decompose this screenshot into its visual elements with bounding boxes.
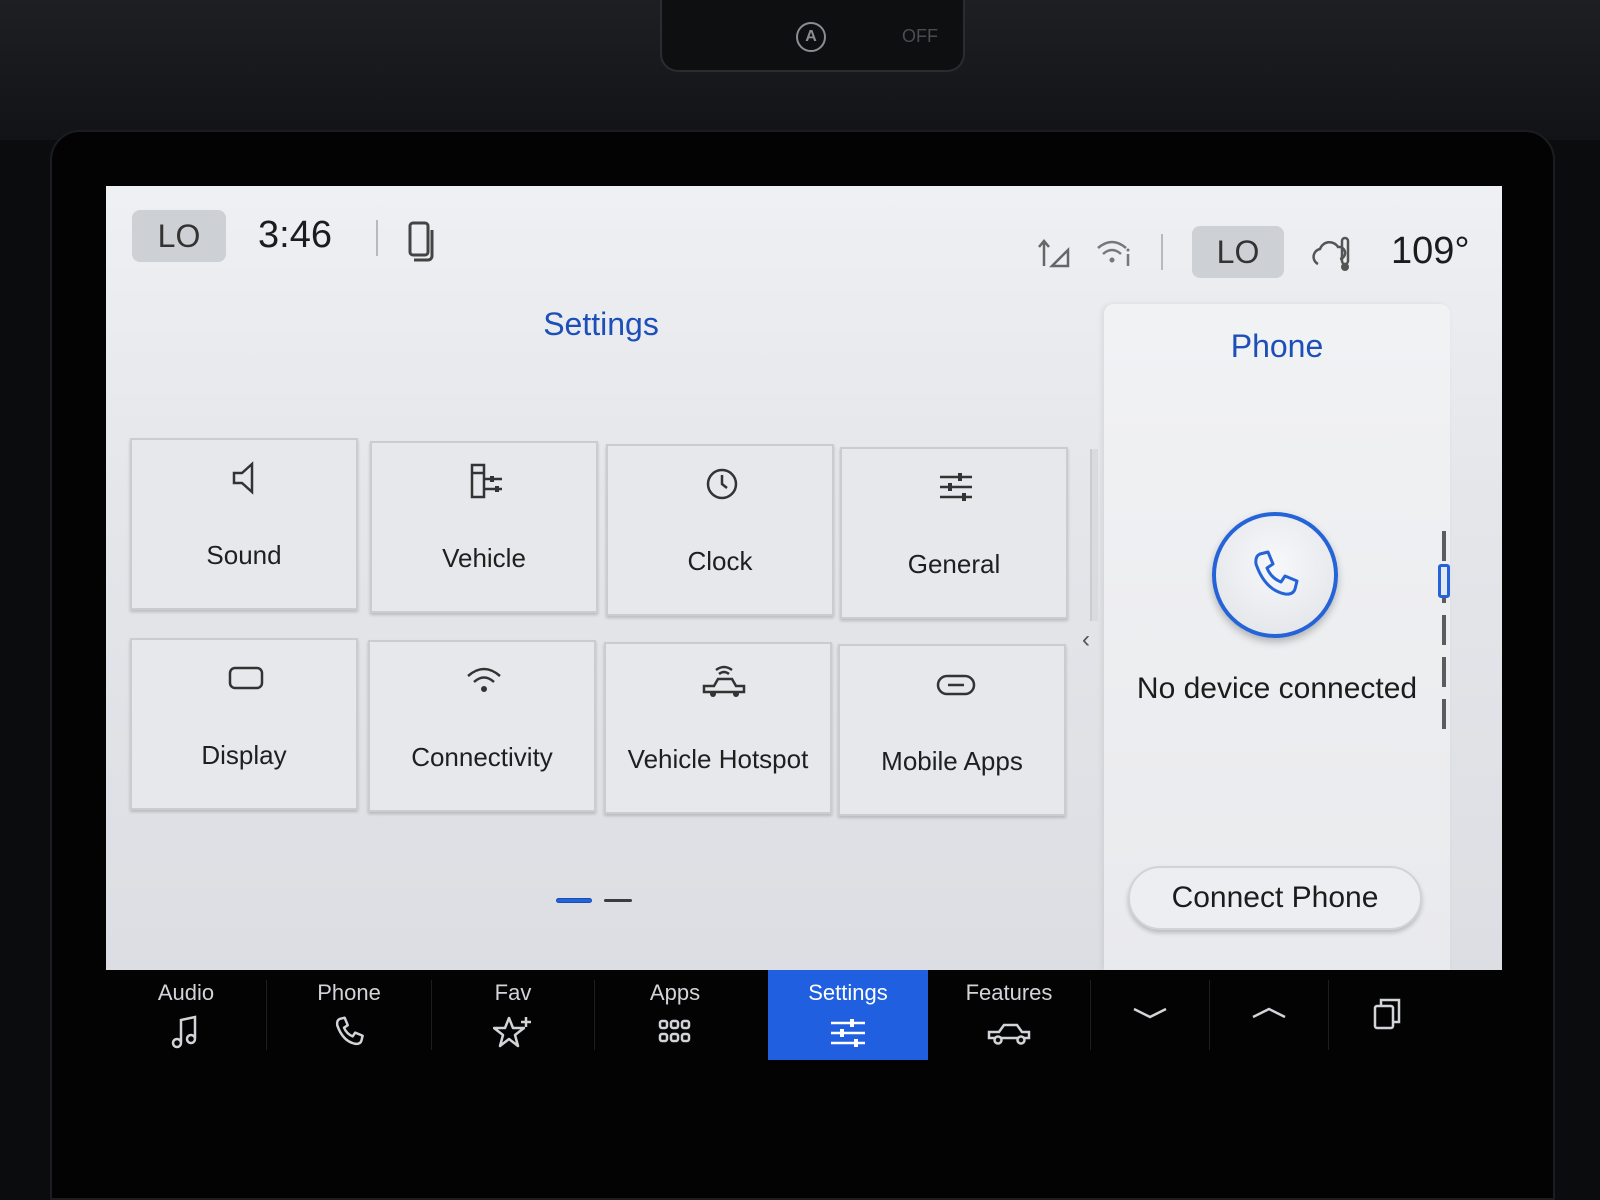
tile-clock[interactable]: Clock: [606, 444, 834, 616]
chevron-up-icon: [1252, 1007, 1286, 1019]
off-label: OFF: [902, 26, 938, 46]
vehicle-settings-icon: [470, 463, 502, 499]
tile-label: General: [907, 549, 1001, 579]
tile-label: Mobile Apps: [881, 746, 1023, 776]
sliders-icon: [831, 1019, 865, 1047]
nav-collapse-button[interactable]: [1091, 970, 1209, 1060]
phone-projection-icon[interactable]: [406, 220, 440, 264]
nav-settings[interactable]: Settings: [768, 970, 928, 1060]
phone-icon: [1254, 550, 1299, 596]
scrollbar-thumb[interactable]: [1438, 564, 1450, 598]
infotainment-screen: LO 3:46 LO 109° Settings Sound Vehicle C…: [106, 186, 1502, 970]
data-arrows-icon: [1038, 239, 1070, 268]
weather-thermometer-icon: [1312, 236, 1350, 271]
tile-label: Sound: [206, 540, 282, 570]
bottom-navigation: Audio Phone Fav Apps Settings Features: [106, 970, 1502, 1060]
tile-label: Display: [201, 740, 287, 770]
tile-label: Vehicle: [442, 543, 526, 573]
tile-mobile-apps[interactable]: Mobile Apps: [838, 644, 1066, 816]
tile-display[interactable]: Display: [130, 638, 358, 810]
nav-label: Audio: [157, 980, 215, 1005]
copy-icon: [1373, 998, 1401, 1030]
outside-temperature: 109°: [1391, 230, 1470, 272]
wifi-info-icon: [1097, 240, 1130, 266]
status-divider: [1161, 234, 1163, 270]
page-indicator-active[interactable]: [556, 898, 592, 903]
scrollbar[interactable]: [1442, 531, 1446, 731]
nav-label: Fav: [494, 980, 532, 1005]
connection-status: No device connected: [1136, 672, 1418, 705]
nav-fav[interactable]: Fav: [432, 970, 594, 1060]
page-indicator[interactable]: [604, 899, 632, 902]
chevron-down-icon: [1133, 1007, 1167, 1019]
nav-apps[interactable]: Apps: [595, 970, 755, 1060]
nav-label: Apps: [649, 980, 701, 1005]
status-bar: LO 3:46 LO 109°: [106, 186, 1502, 296]
star-plus-icon: [493, 1016, 531, 1048]
clock-time: 3:46: [258, 214, 332, 256]
clock-icon: [706, 468, 738, 500]
page-title: Settings: [543, 306, 659, 342]
sliders-icon: [940, 473, 972, 501]
nav-phone[interactable]: Phone: [267, 970, 431, 1060]
tile-sound[interactable]: Sound: [130, 438, 358, 610]
hotspot-icon: [702, 665, 746, 697]
link-icon: [936, 674, 976, 696]
display-icon: [228, 666, 264, 690]
nav-label: Phone: [317, 980, 381, 1005]
nav-switch-view-button[interactable]: [1329, 970, 1449, 1060]
phone-panel: Phone No device connected Connect Phone: [1104, 304, 1450, 970]
nav-features[interactable]: Features: [928, 970, 1090, 1060]
nav-label: Features: [965, 980, 1053, 1005]
connect-phone-button[interactable]: Connect Phone: [1128, 866, 1422, 930]
nav-audio[interactable]: Audio: [106, 970, 266, 1060]
car-icon: [987, 1023, 1031, 1045]
next-page-tile-edge: [1090, 449, 1098, 621]
right-climate-button[interactable]: LO: [1192, 226, 1284, 278]
nav-expand-button[interactable]: [1210, 970, 1328, 1060]
nav-label: Settings: [808, 980, 888, 1005]
tile-label: Connectivity: [411, 742, 553, 772]
phone-call-button[interactable]: [1212, 512, 1338, 638]
phone-panel-title: Phone: [1230, 328, 1324, 364]
tile-vehicle[interactable]: Vehicle: [370, 441, 598, 613]
tile-vehicle-hotspot[interactable]: Vehicle Hotspot: [604, 642, 832, 814]
music-note-icon: [171, 1015, 197, 1049]
tile-label: Clock: [687, 546, 753, 576]
tile-label: Vehicle Hotspot: [627, 744, 809, 774]
left-climate-button[interactable]: LO: [132, 210, 226, 262]
speaker-icon: [232, 461, 254, 495]
apps-grid-icon: [658, 1019, 691, 1043]
wifi-icon: [467, 667, 501, 692]
tile-general[interactable]: General: [840, 447, 1068, 619]
auto-hold-icon: A: [796, 22, 826, 52]
tile-connectivity[interactable]: Connectivity: [368, 640, 596, 812]
status-divider: [376, 220, 378, 256]
phone-icon: [335, 1016, 364, 1046]
panel-collapse-icon[interactable]: ‹: [1082, 626, 1090, 654]
